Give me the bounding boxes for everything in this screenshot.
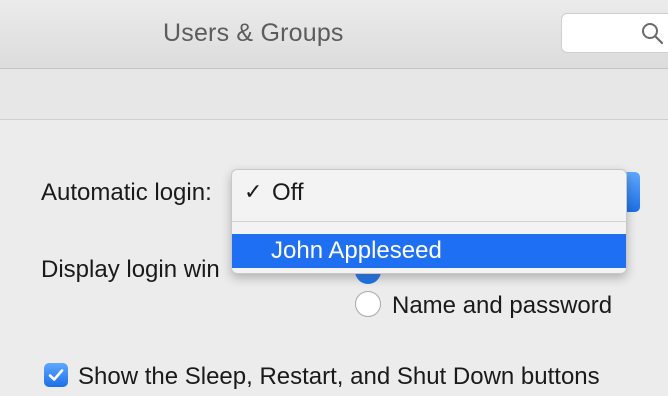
show-buttons-checkbox[interactable] — [44, 363, 68, 387]
display-login-window-label: Display login win — [41, 256, 220, 283]
menu-item-off[interactable]: ✓ Off — [232, 176, 626, 210]
show-buttons-label: Show the Sleep, Restart, and Shut Down b… — [78, 363, 600, 390]
window-title: Users & Groups — [163, 19, 344, 47]
search-field[interactable] — [561, 13, 668, 53]
menu-item-off-label: Off — [272, 179, 304, 206]
menu-item-john-appleseed-label: John Appleseed — [271, 237, 442, 264]
menu-separator — [232, 221, 626, 222]
automatic-login-label: Automatic login: — [41, 179, 212, 206]
window-titlebar: Users & Groups — [0, 0, 668, 69]
name-and-password-radio[interactable] — [355, 291, 381, 317]
search-icon — [642, 23, 664, 45]
checkmark-icon — [48, 369, 64, 381]
checkmark-icon: ✓ — [244, 179, 263, 204]
toolbar-strip — [0, 69, 668, 120]
menu-item-john-appleseed[interactable]: John Appleseed — [232, 234, 626, 268]
automatic-login-dropdown-menu: ✓ Off John Appleseed — [231, 169, 627, 274]
name-and-password-label: Name and password — [392, 292, 613, 319]
